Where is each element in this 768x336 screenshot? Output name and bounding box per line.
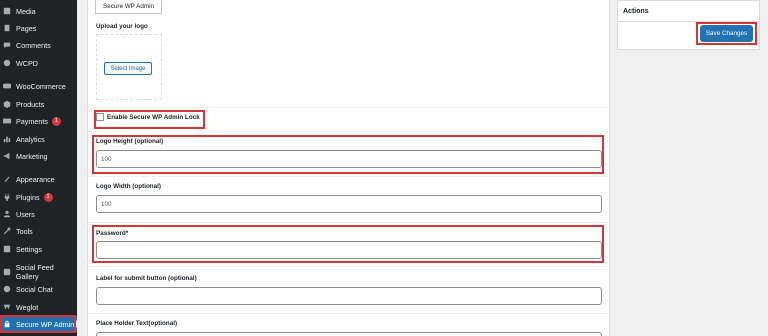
sidebar-item-appearance[interactable]: Appearance [0,171,77,187]
sidebar-item-wcpd[interactable]: WCPD [0,55,77,71]
divider [88,266,611,267]
settings-icon [2,244,12,254]
submit-label-field[interactable] [96,287,602,305]
sidebar-item-label: Plugins [16,192,40,202]
sidebar-item-label: Media [16,6,36,16]
sidebar-item-analytics[interactable]: Analytics [0,131,77,147]
sidebar-item-label: Comments [16,40,51,50]
sidebar-item-products[interactable]: Products [0,96,77,112]
media-icon [2,6,12,16]
notification-badge: 1 [43,192,53,202]
sidebar-item-marketing[interactable]: Marketing [0,148,77,164]
sidebar-item-label: Tools [16,226,33,236]
placeholder-text-label: Place Holder Text(optional) [96,320,178,327]
weglot-icon [2,302,12,312]
tools-icon [2,226,12,236]
sidebar-item-social-chat[interactable]: Social Chat [0,281,77,297]
wcpd-icon [2,58,12,68]
divider [88,313,611,314]
sidebar-item-label: Appearance [16,174,55,184]
admin-sidebar: Media Pages Comments WCPD WooCommerce Pr… [0,0,77,336]
sidebar-item-plugins[interactable]: Plugins 1 [0,189,77,205]
sidebar-item-label: Payments [16,116,48,126]
social-feed-icon [2,267,12,277]
sidebar-item-comments[interactable]: Comments [0,37,77,53]
comments-icon [2,40,12,50]
highlight-outline [0,315,76,333]
sidebar-item-label: Social Chat [16,284,53,294]
wp-admin-screen: Media Pages Comments WCPD WooCommerce Pr… [0,0,768,336]
sidebar-item-social-feed-gallery[interactable]: Social Feed Gallery [0,263,77,281]
sidebar-item-label: WooCommerce [16,81,66,91]
divider [88,107,611,108]
divider [88,222,611,223]
users-icon [2,209,12,219]
analytics-icon [2,134,12,144]
highlight-outline [696,22,757,45]
products-icon [2,99,12,109]
actions-title: Actions [618,1,759,22]
sidebar-item-pages[interactable]: Pages [0,20,77,36]
placeholder-text-field[interactable] [96,332,602,336]
sidebar-item-label: WCPD [16,58,38,68]
social-chat-icon [2,284,12,294]
sidebar-item-users[interactable]: Users [0,206,77,222]
notification-badge: 1 [51,116,61,126]
logo-width-label: Logo Width (optional) [96,183,161,190]
sidebar-item-payments[interactable]: Payments 1 [0,113,77,129]
sidebar-item-weglot[interactable]: Weglot [0,299,77,315]
sidebar-item-label: Analytics [16,134,45,144]
highlight-outline [92,135,604,174]
highlight-outline [94,110,205,129]
tab-secure-wp-admin[interactable]: Secure WP Admin [95,0,162,14]
sidebar-item-settings[interactable]: Settings [0,241,77,257]
marketing-icon [2,151,12,161]
highlight-outline [92,225,604,263]
logo-width-field[interactable]: 100 [96,195,602,213]
divider [88,131,611,132]
plugins-icon [2,192,12,202]
submit-label-label: Label for submit button (optional) [96,275,197,282]
payments-icon [2,116,12,126]
sidebar-item-label: Pages [16,23,37,33]
sidebar-item-label: Products [16,99,45,109]
select-image-button[interactable]: Select Image [104,62,152,75]
divider [88,176,611,177]
sidebar-item-tools[interactable]: Tools [0,223,77,239]
sidebar-item-label: Marketing [16,151,48,161]
sidebar-item-label: Weglot [16,302,39,312]
sidebar-item-label: Users [16,209,35,219]
upload-logo-label: Upload your logo [96,23,148,30]
appearance-icon [2,174,12,184]
sidebar-item-woocommerce[interactable]: WooCommerce [0,78,77,94]
pages-icon [2,23,12,33]
sidebar-item-media[interactable]: Media [0,3,77,19]
sidebar-item-label: Social Feed Gallery [15,263,54,281]
woocommerce-icon [2,81,12,91]
sidebar-item-label: Settings [16,244,42,254]
